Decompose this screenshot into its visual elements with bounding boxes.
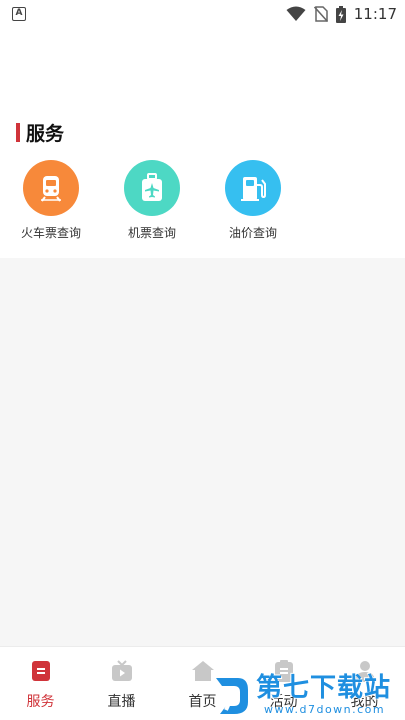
bottom-tab-bar: 服务 直播 首页 活动 我的 <box>0 646 405 720</box>
service-label: 火车票查询 <box>20 226 81 240</box>
top-area: A 11:17 服务 火车票查询 机票查询 油价查询 <box>0 0 405 258</box>
wifi-icon <box>286 6 306 21</box>
status-right: 11:17 <box>286 5 397 23</box>
fuel-pump-icon <box>225 160 281 216</box>
tab-label: 首页 <box>188 694 217 710</box>
clipboard-icon <box>274 660 293 682</box>
tab-home[interactable]: 首页 <box>162 647 243 720</box>
tab-label: 活动 <box>269 694 298 710</box>
service-train-tickets[interactable]: 火车票查询 <box>3 160 99 244</box>
no-sim-icon <box>313 6 328 22</box>
service-label: 机票查询 <box>127 226 176 240</box>
battery-charging-icon <box>335 5 346 23</box>
service-fuel-price[interactable]: 油价查询 <box>205 160 301 244</box>
service-flight-tickets[interactable]: 机票查询 <box>104 160 200 244</box>
home-icon <box>191 661 214 681</box>
service-label: 油价查询 <box>228 226 277 240</box>
status-time: 11:17 <box>353 5 397 23</box>
tab-live[interactable]: 直播 <box>81 647 162 720</box>
status-bar: A 11:17 <box>0 0 405 28</box>
section-header: 服务 <box>16 120 65 145</box>
user-icon <box>354 661 375 682</box>
tv-icon <box>111 660 132 681</box>
tab-service[interactable]: 服务 <box>0 647 81 720</box>
tab-label: 服务 <box>26 694 55 710</box>
section-accent-bar <box>16 122 20 142</box>
section-title: 服务 <box>26 122 65 145</box>
service-icon <box>31 661 50 681</box>
notification-a-icon: A <box>12 7 26 21</box>
service-grid: 火车票查询 机票查询 油价查询 <box>0 160 405 244</box>
train-icon <box>23 160 79 216</box>
plane-ticket-icon <box>124 160 180 216</box>
tab-label: 直播 <box>107 694 136 710</box>
tab-activity[interactable]: 活动 <box>243 647 324 720</box>
tab-profile[interactable]: 我的 <box>324 647 405 720</box>
tab-label: 我的 <box>350 694 379 710</box>
